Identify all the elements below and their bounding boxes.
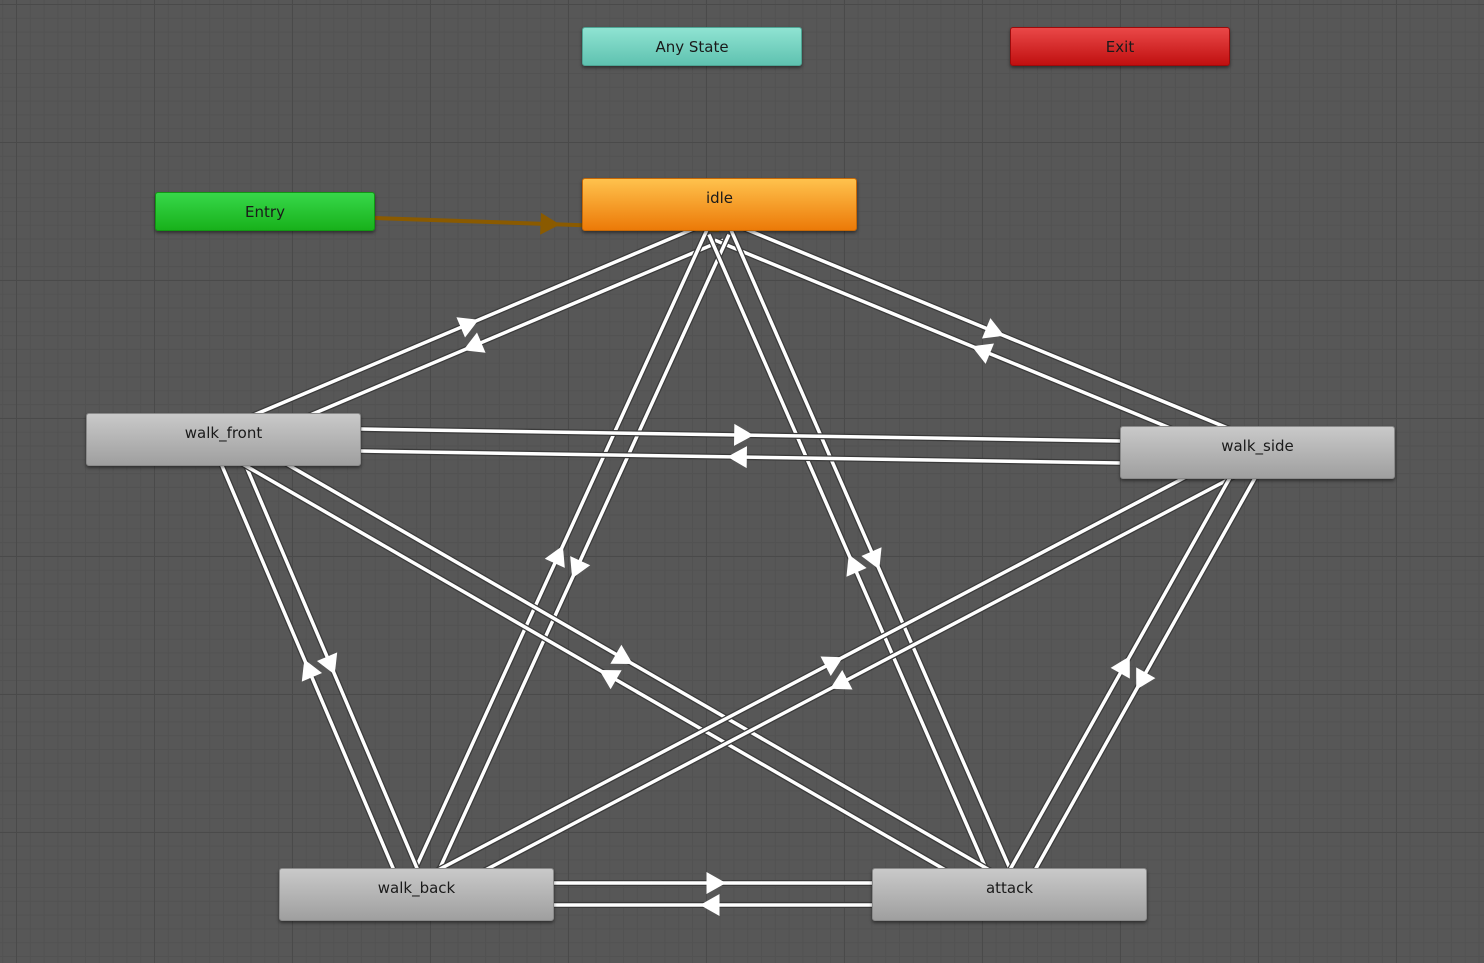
state-node-idle[interactable]: idle — [582, 178, 857, 231]
transition-arrow-head — [727, 446, 747, 469]
entry-node[interactable]: Entry — [155, 192, 375, 231]
state-label-walk-front: walk_front — [184, 424, 263, 442]
transition-walk-front-to-idle[interactable] — [217, 217, 716, 433]
transition-attack-to-walk-back[interactable] — [554, 894, 872, 916]
state-node-walk-front[interactable]: walk_front — [86, 413, 361, 466]
transition-idle-to-walk-side[interactable] — [722, 217, 1263, 445]
transition-attack-to-idle[interactable] — [706, 233, 1002, 900]
entry-label: Entry — [245, 203, 285, 221]
transition-walk-side-to-walk-front[interactable] — [360, 446, 1120, 469]
transition-arrow-head — [706, 872, 726, 894]
state-node-walk-side[interactable]: walk_side — [1120, 426, 1395, 479]
transition-layer — [210, 212, 1270, 916]
any-state-node[interactable]: Any State — [582, 27, 802, 66]
transition-arrow-head — [540, 212, 560, 235]
state-node-attack[interactable]: attack — [872, 868, 1147, 921]
transition-walk-front-to-walk-back[interactable] — [230, 434, 429, 891]
transition-walk-back-to-attack[interactable] — [554, 872, 872, 894]
transition-walk-side-to-walk-back[interactable] — [419, 459, 1264, 907]
state-label-idle: idle — [705, 189, 734, 207]
transition-walk-back-to-walk-front[interactable] — [210, 443, 409, 900]
state-label-walk-side: walk_side — [1221, 437, 1294, 455]
state-label-attack: attack — [985, 879, 1034, 897]
exit-label: Exit — [1105, 38, 1135, 56]
any-state-label: Any State — [655, 38, 729, 56]
transition-arrow-head — [700, 894, 720, 916]
transition-arrow-head — [734, 423, 754, 446]
state-node-walk-back[interactable]: walk_back — [279, 868, 554, 921]
transition-walk-front-to-walk-side[interactable] — [361, 423, 1121, 446]
state-label-walk-back: walk_back — [377, 879, 456, 897]
exit-node[interactable]: Exit — [1010, 27, 1230, 66]
